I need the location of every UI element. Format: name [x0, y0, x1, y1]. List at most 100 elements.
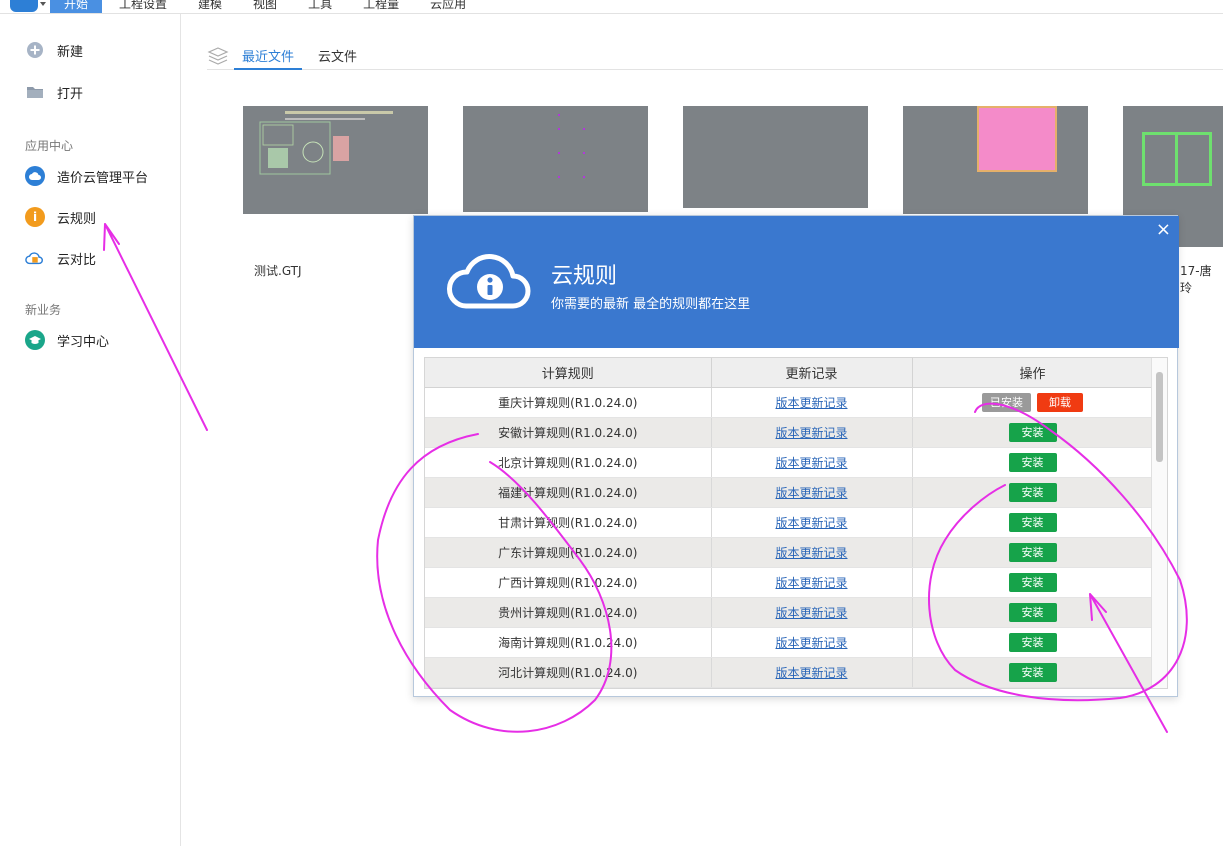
column-header: 计算规则 [425, 358, 712, 388]
rule-name: 福建计算规则(R1.0.24.0) [425, 477, 712, 508]
sidebar-item-label: 打开 [57, 86, 84, 102]
install-button[interactable]: 安装 [1008, 422, 1057, 442]
sidebar-item-label: 云对比 [57, 252, 97, 268]
close-icon[interactable]: × [1156, 220, 1171, 240]
sidebar-item-learning-center[interactable]: 学习中心 [25, 328, 109, 352]
update-log-link[interactable]: 版本更新记录 [775, 486, 847, 500]
drawing-preview [558, 114, 585, 178]
update-log-cell: 版本更新记录 [711, 507, 913, 538]
table-header: 计算规则 更新记录 操作 [425, 358, 1154, 388]
menu-item[interactable]: 开始 [50, 0, 103, 13]
update-log-link[interactable]: 版本更新记录 [775, 636, 847, 650]
actions-cell: 安装 [912, 597, 1154, 628]
update-log-link[interactable]: 版本更新记录 [775, 516, 847, 530]
update-log-cell: 版本更新记录 [711, 387, 913, 418]
app-logo[interactable] [10, 0, 38, 12]
drawing-preview [1142, 132, 1212, 186]
install-button[interactable]: 安装 [1008, 602, 1057, 622]
folder-icon [25, 82, 45, 102]
graduation-cap-icon [25, 330, 45, 350]
cloud-info-icon [447, 254, 531, 309]
actions-cell: 安装 [912, 447, 1154, 478]
rule-name: 安徽计算规则(R1.0.24.0) [425, 417, 712, 448]
install-button[interactable]: 安装 [1008, 632, 1057, 652]
install-button[interactable]: 安装 [1008, 572, 1057, 592]
file-thumbnail[interactable] [463, 106, 648, 212]
menu-item[interactable]: 工具 [294, 0, 346, 13]
menu-item[interactable]: 视图 [239, 0, 291, 13]
table-row: 福建计算规则(R1.0.24.0) 版本更新记录 安装 [425, 477, 1154, 508]
sidebar-item-label: 新建 [57, 44, 84, 60]
install-button[interactable]: 安装 [1008, 662, 1057, 682]
update-log-link[interactable]: 版本更新记录 [775, 606, 847, 620]
install-button[interactable]: 安装 [1008, 482, 1057, 502]
section-app-center: 应用中心 [25, 139, 74, 153]
menu-bar: 开始 工程设置 建模 视图 工具 工程量 云应用 [0, 0, 1223, 14]
sidebar-item-cloud-platform[interactable]: 造价云管理平台 [25, 164, 148, 188]
install-button[interactable]: 安装 [1008, 512, 1057, 532]
update-log-link[interactable]: 版本更新记录 [775, 396, 847, 410]
actions-cell: 安装 [912, 627, 1154, 658]
rule-name: 重庆计算规则(R1.0.24.0) [425, 387, 712, 418]
file-thumbnail[interactable] [903, 106, 1088, 214]
info-icon: i [25, 207, 45, 227]
layers-icon [207, 46, 229, 70]
installed-button[interactable]: 已安装 [982, 392, 1031, 412]
table-row: 海南计算规则(R1.0.24.0) 版本更新记录 安装 [425, 627, 1154, 658]
actions-cell: 安装 [912, 507, 1154, 538]
menu-items: 开始 工程设置 建模 视图 工具 工程量 云应用 [50, 0, 483, 13]
cloud-rules-dialog: 云规则 你需要的最新 最全的规则都在这里 × 计算规则 更新记录 操作 重庆计算… [413, 215, 1179, 697]
sidebar-item-label: 学习中心 [57, 334, 110, 350]
actions-cell: 已安装 卸载 [912, 387, 1154, 418]
table-row: 河北计算规则(R1.0.24.0) 版本更新记录 安装 [425, 657, 1154, 688]
table-row: 安徽计算规则(R1.0.24.0) 版本更新记录 安装 [425, 417, 1154, 448]
install-button[interactable]: 安装 [1008, 542, 1057, 562]
table-row: 广西计算规则(R1.0.24.0) 版本更新记录 安装 [425, 567, 1154, 598]
menu-item[interactable]: 工程量 [349, 0, 413, 13]
rule-name: 河北计算规则(R1.0.24.0) [425, 657, 712, 688]
update-log-cell: 版本更新记录 [711, 447, 913, 478]
uninstall-button[interactable]: 卸载 [1037, 392, 1083, 412]
dialog-title: 云规则 [551, 264, 618, 289]
rules-table: 计算规则 更新记录 操作 重庆计算规则(R1.0.24.0) 版本更新记录 已安装卸… [424, 357, 1168, 689]
menu-item[interactable]: 工程设置 [105, 0, 181, 13]
drawing-preview [977, 106, 1057, 172]
menu-item[interactable]: 云应用 [416, 0, 480, 13]
file-name: 17-唐玲 [1180, 264, 1212, 295]
update-log-link[interactable]: 版本更新记录 [775, 576, 847, 590]
actions-cell: 安装 [912, 417, 1154, 448]
cloud-compare-icon [25, 248, 45, 268]
drawing-preview [259, 111, 393, 175]
update-log-link[interactable]: 版本更新记录 [775, 546, 847, 560]
sidebar-item-cloud-rules[interactable]: i 云规则 [25, 205, 96, 229]
update-log-cell: 版本更新记录 [711, 477, 913, 508]
sidebar-item-cloud-compare[interactable]: 云对比 [25, 246, 96, 270]
file-tabs: 最近文件 云文件 [207, 40, 1223, 70]
scrollbar[interactable] [1151, 358, 1167, 688]
table-row: 广东计算规则(R1.0.24.0) 版本更新记录 安装 [425, 537, 1154, 568]
tab-recent-files[interactable]: 最近文件 [234, 46, 303, 70]
update-log-link[interactable]: 版本更新记录 [775, 666, 847, 680]
sidebar: 新建 打开 应用中心 造价云管理平台 i 云规则 云对比 新业务 学习中心 [0, 14, 181, 846]
scrollbar-thumb[interactable] [1156, 372, 1163, 462]
file-thumbnail[interactable] [243, 106, 428, 214]
table-row: 重庆计算规则(R1.0.24.0) 版本更新记录 已安装 卸载 [425, 387, 1154, 418]
install-button[interactable]: 安装 [1008, 452, 1057, 472]
section-new-business: 新业务 [25, 303, 62, 317]
update-log-link[interactable]: 版本更新记录 [775, 426, 847, 440]
rule-name: 广西计算规则(R1.0.24.0) [425, 567, 712, 598]
update-log-cell: 版本更新记录 [711, 537, 913, 568]
cloud-icon [25, 166, 45, 186]
column-header: 更新记录 [711, 358, 913, 388]
chevron-down-icon[interactable] [40, 2, 46, 6]
file-thumbnail[interactable] [683, 106, 868, 208]
update-log-link[interactable]: 版本更新记录 [775, 456, 847, 470]
update-log-cell: 版本更新记录 [711, 567, 913, 598]
sidebar-item-new[interactable]: 新建 [25, 38, 83, 62]
sidebar-item-label: 云规则 [57, 211, 97, 227]
table-row: 贵州计算规则(R1.0.24.0) 版本更新记录 安装 [425, 597, 1154, 628]
rule-name: 贵州计算规则(R1.0.24.0) [425, 597, 712, 628]
tab-cloud-files[interactable]: 云文件 [318, 46, 357, 70]
menu-item[interactable]: 建模 [184, 0, 236, 13]
sidebar-item-open[interactable]: 打开 [25, 80, 83, 104]
